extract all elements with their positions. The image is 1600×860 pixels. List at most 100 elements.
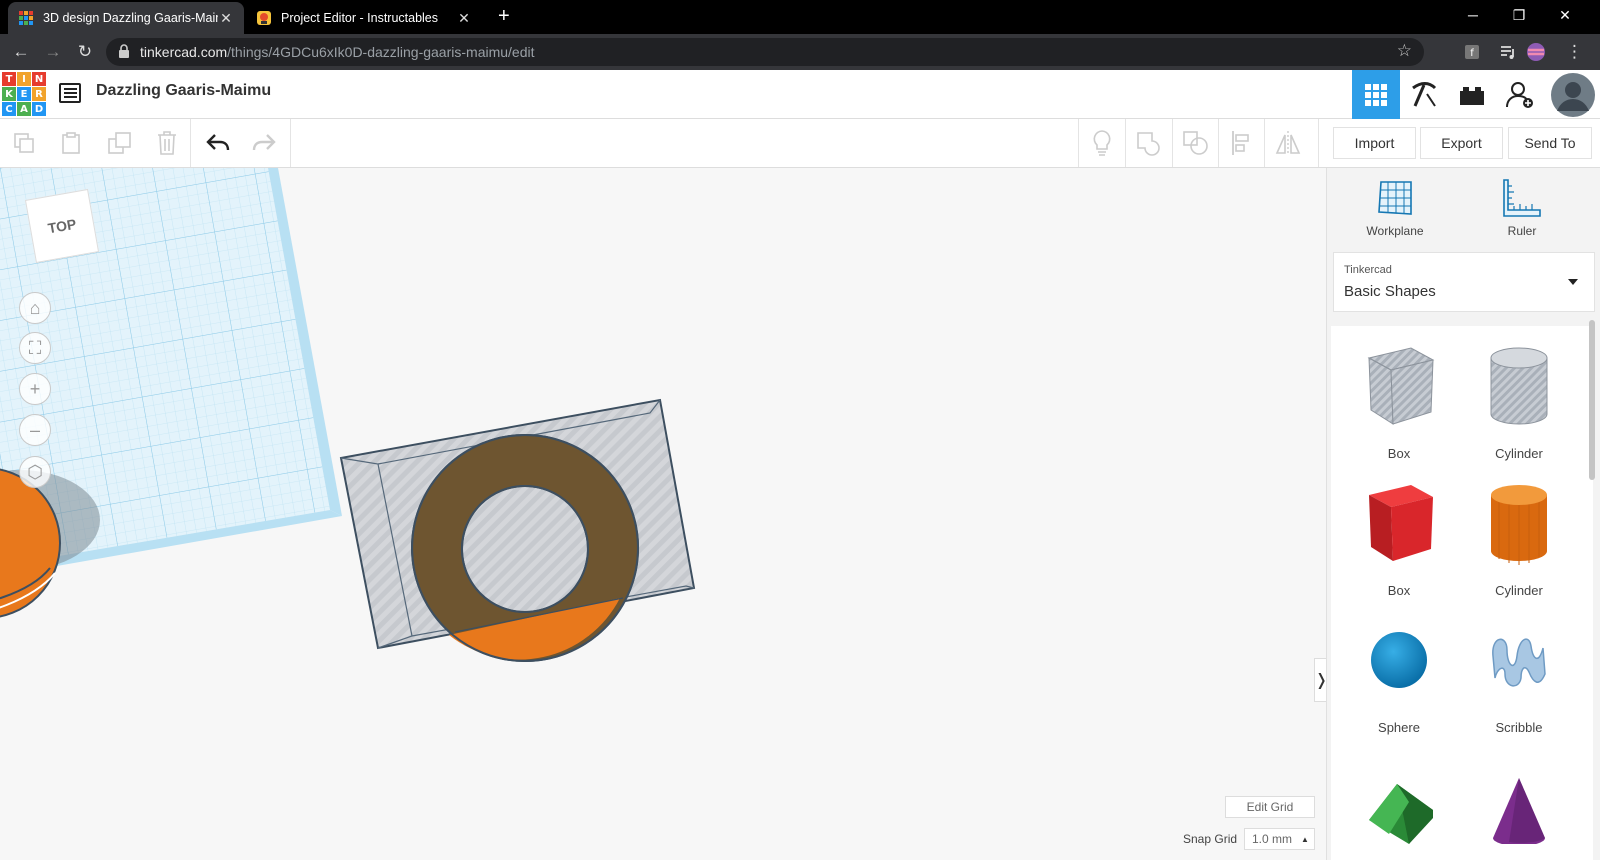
logo-letter: K: [2, 87, 16, 101]
collapse-panel-button[interactable]: ❭: [1314, 658, 1326, 702]
logo-letter: E: [17, 87, 31, 101]
export-button[interactable]: Export: [1420, 127, 1503, 159]
3d-view-button[interactable]: [1352, 70, 1400, 119]
delete-button[interactable]: [153, 129, 181, 157]
edit-grid-button[interactable]: Edit Grid: [1225, 796, 1315, 818]
bricks-button[interactable]: [1448, 70, 1496, 119]
group-icon: [1137, 132, 1160, 156]
restore-icon[interactable]: ❐: [1496, 0, 1542, 30]
3d-workspace[interactable]: TOP ⌂ ⛶ + – ⬡ ❭ Edit Grid Snap Grid 1.0 …: [0, 168, 1326, 860]
ruler-tool[interactable]: Ruler: [1477, 178, 1567, 238]
minimize-icon[interactable]: ─: [1450, 0, 1496, 30]
url-path: /things/4GDCu6xIk0D-dazzling-gaaris-maim…: [227, 44, 535, 60]
logo-letter: R: [32, 87, 46, 101]
view-cube[interactable]: TOP: [24, 188, 100, 264]
url-bar[interactable]: tinkercad.com/things/4GDCu6xIk0D-dazzlin…: [106, 38, 1424, 66]
sphere-icon: [1371, 632, 1427, 688]
shape-cone[interactable]: [1459, 754, 1579, 860]
shape-sphere[interactable]: Sphere: [1339, 616, 1459, 746]
shape-cylinder[interactable]: Cylinder: [1459, 479, 1579, 609]
workplane-label: Workplane: [1366, 224, 1424, 238]
designs-list-icon[interactable]: [59, 83, 81, 103]
send-to-button[interactable]: Send To: [1508, 127, 1592, 159]
url-host: tinkercad.com: [140, 44, 228, 60]
shape-cylinder-hole[interactable]: Cylinder: [1459, 342, 1579, 472]
tab-instructables[interactable]: Project Editor - Instructables ✕: [246, 2, 482, 34]
browser-menu-icon[interactable]: ⋮: [1566, 40, 1583, 64]
undo-button[interactable]: [204, 129, 232, 157]
back-icon[interactable]: ←: [9, 40, 33, 64]
shape-library-select[interactable]: Tinkercad Basic Shapes: [1333, 252, 1595, 312]
ungroup-button[interactable]: [1182, 129, 1210, 157]
library-category: Tinkercad: [1344, 264, 1392, 276]
forward-icon[interactable]: →: [41, 40, 65, 64]
user-avatar[interactable]: [1546, 70, 1600, 119]
workplane-tool[interactable]: Workplane: [1350, 178, 1440, 238]
add-user-icon: [1506, 81, 1533, 108]
tab-tinkercad[interactable]: 3D design Dazzling Gaaris-Maim ✕: [8, 2, 244, 34]
shapes-scrollbar[interactable]: [1589, 320, 1595, 480]
snap-grid-label: Snap Grid: [1183, 832, 1238, 846]
extension-icon[interactable]: f: [1462, 42, 1482, 62]
zoom-out-button[interactable]: –: [19, 414, 51, 446]
snap-grid-select[interactable]: 1.0 mm ▲: [1244, 828, 1315, 850]
notes-button[interactable]: [1088, 129, 1116, 157]
workspace-canvas[interactable]: [0, 168, 1326, 860]
box-icon: [1369, 485, 1433, 561]
align-button[interactable]: [1228, 129, 1256, 157]
toolbar-divider: [1125, 119, 1126, 167]
profile-avatar-icon[interactable]: [1526, 42, 1546, 62]
design-title[interactable]: Dazzling Gaaris-Maimu: [96, 82, 271, 100]
redo-button[interactable]: [250, 129, 278, 157]
mirror-button[interactable]: [1274, 129, 1302, 157]
shape-label: Scribble: [1495, 720, 1543, 735]
home-view-button[interactable]: ⌂: [19, 292, 51, 324]
tinkercad-header: T I N K E R C A D Dazzling Gaaris-Maimu: [0, 70, 1600, 119]
toolbar-divider: [290, 119, 291, 167]
shape-label: Box: [1387, 583, 1411, 598]
invite-user-button[interactable]: [1496, 70, 1544, 119]
shape-box[interactable]: Box: [1339, 479, 1459, 609]
ungroup-icon: [1183, 131, 1208, 155]
zoom-in-button[interactable]: +: [19, 373, 51, 405]
browser-tab-strip: 3D design Dazzling Gaaris-Maim ✕ Project…: [0, 0, 1600, 34]
group-button[interactable]: [1135, 129, 1163, 157]
align-icon: [1232, 131, 1249, 155]
paste-button[interactable]: [57, 129, 85, 157]
perspective-button[interactable]: ⬡: [19, 456, 51, 488]
tinkercad-favicon-icon: [19, 11, 33, 25]
media-control-icon[interactable]: [1498, 42, 1518, 62]
import-button[interactable]: Import: [1333, 127, 1416, 159]
edit-toolbar: Import Export Send To: [0, 119, 1600, 168]
brick-icon: [1460, 86, 1484, 105]
pickaxe-icon: [1412, 81, 1437, 107]
bookmark-star-icon[interactable]: ☆: [1397, 41, 1412, 61]
logo-letter: T: [2, 72, 16, 86]
shape-scribble[interactable]: Scribble: [1459, 616, 1579, 746]
close-tab-icon[interactable]: ✕: [456, 10, 472, 27]
toolbar-divider: [1172, 119, 1173, 167]
fit-view-button[interactable]: ⛶: [19, 332, 51, 364]
tinkercad-logo[interactable]: T I N K E R C A D: [2, 72, 46, 116]
grid-view-icon: [1365, 83, 1387, 106]
reload-icon[interactable]: ↻: [73, 40, 97, 64]
shapes-grid: Box Cylinder Box Cylinder Sphere Scribbl…: [1331, 326, 1593, 860]
tab-title: Project Editor - Instructables: [281, 11, 439, 25]
trash-icon: [158, 131, 176, 155]
scribble-icon: [1492, 638, 1546, 687]
close-tab-icon[interactable]: ✕: [218, 10, 234, 27]
logo-letter: D: [32, 102, 46, 116]
logo-letter: C: [2, 102, 16, 116]
lock-icon: [119, 44, 129, 58]
redo-icon: [252, 134, 276, 151]
shape-box-hole[interactable]: Box: [1339, 342, 1459, 472]
close-window-icon[interactable]: ✕: [1542, 0, 1588, 30]
shape-roof[interactable]: [1339, 754, 1459, 860]
duplicate-button[interactable]: [106, 129, 134, 157]
toolbar-divider: [1078, 119, 1079, 167]
copy-button[interactable]: [10, 129, 38, 157]
library-name: Basic Shapes: [1344, 283, 1436, 300]
new-tab-button[interactable]: +: [498, 6, 510, 26]
blocks-button[interactable]: [1400, 70, 1448, 119]
toolbar-divider: [190, 119, 191, 167]
